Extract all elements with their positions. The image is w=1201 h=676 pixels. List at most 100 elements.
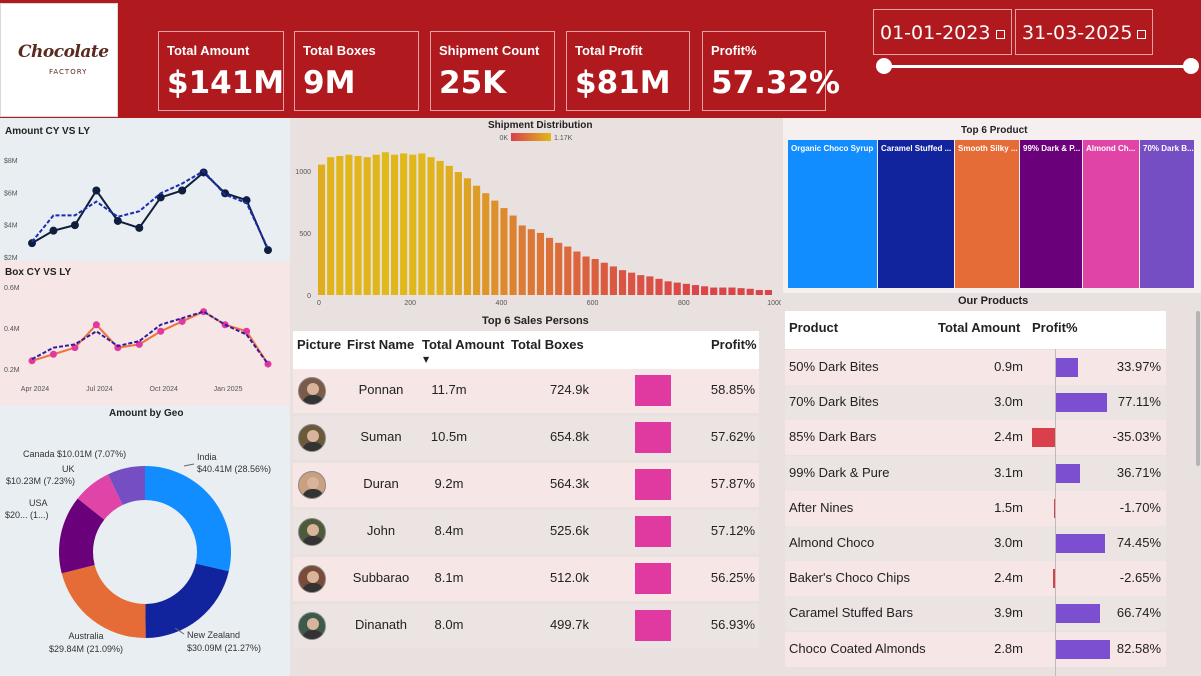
date-slider-end-handle[interactable] — [1183, 58, 1199, 74]
histogram-bar[interactable] — [473, 185, 481, 295]
table-row[interactable]: 50% Dark Bites 0.9m 33.97% — [785, 350, 1166, 385]
table-row[interactable]: 70% Dark Bites 3.0m 77.11% — [785, 385, 1166, 421]
date-range-slider-track[interactable] — [884, 65, 1191, 68]
histogram-bar[interactable] — [354, 155, 362, 295]
start-date-input[interactable]: 01-01-2023 — [873, 9, 1012, 55]
table-row[interactable]: After Nines 1.5m -1.70% — [785, 490, 1166, 526]
pie-slice-india[interactable] — [145, 466, 231, 572]
table-row[interactable]: Ponnan 11.7m 724.9k 58.85% — [293, 369, 759, 413]
histogram-bar[interactable] — [746, 288, 754, 295]
column-header-total-amount[interactable]: Total Amount — [938, 320, 1020, 335]
histogram-bar[interactable] — [427, 157, 435, 295]
table-row[interactable]: Caramel Stuffed Bars 3.9m 66.74% — [785, 596, 1166, 632]
data-point[interactable] — [113, 216, 122, 225]
histogram-bar[interactable] — [628, 272, 636, 295]
histogram-bar[interactable] — [673, 282, 681, 295]
histogram-bar[interactable] — [527, 229, 535, 295]
histogram-bar[interactable] — [372, 154, 380, 295]
histogram-bar[interactable] — [728, 287, 736, 295]
histogram-bar[interactable] — [719, 287, 727, 295]
histogram-bar[interactable] — [518, 225, 526, 295]
histogram-bar[interactable] — [327, 157, 335, 295]
data-point[interactable] — [157, 327, 165, 335]
table-row[interactable]: Suman 10.5m 654.8k 57.62% — [293, 416, 759, 460]
histogram-bar[interactable] — [600, 262, 608, 295]
table-row[interactable]: Duran 9.2m 564.3k 57.87% — [293, 463, 759, 507]
histogram-bar[interactable] — [755, 290, 763, 295]
histogram-bar[interactable] — [664, 281, 672, 295]
histogram-bar[interactable] — [646, 276, 654, 295]
column-header-total-boxes[interactable]: Total Boxes — [511, 337, 584, 352]
histogram-bar[interactable] — [618, 270, 627, 295]
histogram-bar[interactable] — [710, 287, 718, 295]
histogram-bar[interactable] — [682, 283, 690, 295]
end-date-input[interactable]: 31-03-2025 — [1015, 9, 1153, 55]
table-row[interactable]: Almond Choco 3.0m 74.45% — [785, 526, 1166, 561]
treemap-tile[interactable]: Caramel Stuffed ... — [878, 140, 954, 288]
histogram-bar[interactable] — [564, 246, 572, 295]
treemap-tile[interactable]: 70% Dark B... — [1140, 140, 1194, 288]
column-header-profit[interactable]: Profit% — [711, 337, 757, 352]
calendar-icon[interactable] — [1137, 30, 1146, 39]
histogram-bar[interactable] — [655, 278, 663, 295]
histogram-bar[interactable] — [345, 154, 353, 295]
histogram-bar[interactable] — [418, 153, 426, 295]
histogram-bar[interactable] — [336, 155, 344, 295]
data-point[interactable] — [49, 350, 57, 358]
histogram-bar[interactable] — [463, 178, 472, 295]
data-point[interactable] — [178, 186, 187, 195]
table-row[interactable]: Choco Coated Almonds 2.8m 82.58% — [785, 631, 1166, 667]
histogram-bar[interactable] — [701, 286, 709, 295]
histogram-bar[interactable] — [454, 172, 462, 295]
histogram-bar[interactable] — [491, 200, 499, 295]
histogram-bar[interactable] — [764, 290, 772, 295]
data-point[interactable] — [70, 221, 79, 230]
histogram-bar[interactable] — [482, 193, 490, 295]
histogram-bar[interactable] — [390, 154, 399, 295]
data-point[interactable] — [156, 193, 165, 202]
sort-desc-icon[interactable]: ▼ — [423, 355, 429, 364]
data-point[interactable] — [92, 321, 100, 329]
calendar-icon[interactable] — [996, 30, 1005, 39]
table-row[interactable]: 85% Dark Bars 2.4m -35.03% — [785, 420, 1166, 456]
histogram-bar[interactable] — [500, 208, 508, 295]
data-point[interactable] — [49, 226, 58, 235]
table-row[interactable]: Subbarao 8.1m 512.0k 56.25% — [293, 557, 759, 601]
histogram-bar[interactable] — [381, 152, 389, 295]
table-row[interactable]: John 8.4m 525.6k 57.12% — [293, 510, 759, 554]
histogram-bar[interactable] — [436, 160, 444, 295]
histogram-bar[interactable] — [318, 164, 326, 295]
histogram-bar[interactable] — [609, 266, 617, 295]
treemap-tile[interactable]: Organic Choco Syrup — [788, 140, 877, 288]
table-row[interactable]: Dinanath 8.0m 499.7k 56.93% — [293, 604, 759, 648]
column-header-first-name[interactable]: First Name — [347, 337, 414, 352]
histogram-bar[interactable] — [582, 256, 590, 295]
histogram-bar[interactable] — [509, 215, 517, 295]
histogram-bar[interactable] — [555, 242, 563, 295]
histogram-bar[interactable] — [546, 237, 554, 295]
histogram-bar[interactable] — [400, 153, 408, 295]
histogram-bar[interactable] — [445, 165, 453, 295]
treemap-tile[interactable]: Smooth Silky ... — [955, 140, 1019, 288]
column-header-total-amount[interactable]: Total Amount — [422, 337, 504, 352]
histogram-bar[interactable] — [591, 258, 599, 295]
histogram-bar[interactable] — [691, 285, 700, 295]
pie-slice-new-zealand[interactable] — [145, 563, 229, 638]
products-scrollbar[interactable] — [1196, 311, 1200, 466]
data-point[interactable] — [92, 186, 101, 195]
treemap-tile[interactable]: 99% Dark & P... — [1020, 140, 1082, 288]
table-row[interactable]: Baker's Choco Chips 2.4m -2.65% — [785, 561, 1166, 597]
pie-slice-australia[interactable] — [61, 564, 146, 638]
histogram-bar[interactable] — [409, 154, 417, 295]
histogram-bar[interactable] — [737, 288, 745, 295]
column-header-picture[interactable]: Picture — [297, 337, 341, 352]
histogram-bar[interactable] — [363, 157, 371, 295]
column-header-product[interactable]: Product — [789, 320, 838, 335]
table-row[interactable]: 99% Dark & Pure 3.1m 36.71% — [785, 455, 1166, 491]
data-point[interactable] — [135, 223, 144, 232]
date-slider-start-handle[interactable] — [876, 58, 892, 74]
histogram-bar[interactable] — [637, 275, 645, 295]
treemap-tile[interactable]: Almond Ch... — [1083, 140, 1139, 288]
histogram-bar[interactable] — [573, 251, 581, 295]
column-header-profit[interactable]: Profit% — [1032, 320, 1078, 335]
